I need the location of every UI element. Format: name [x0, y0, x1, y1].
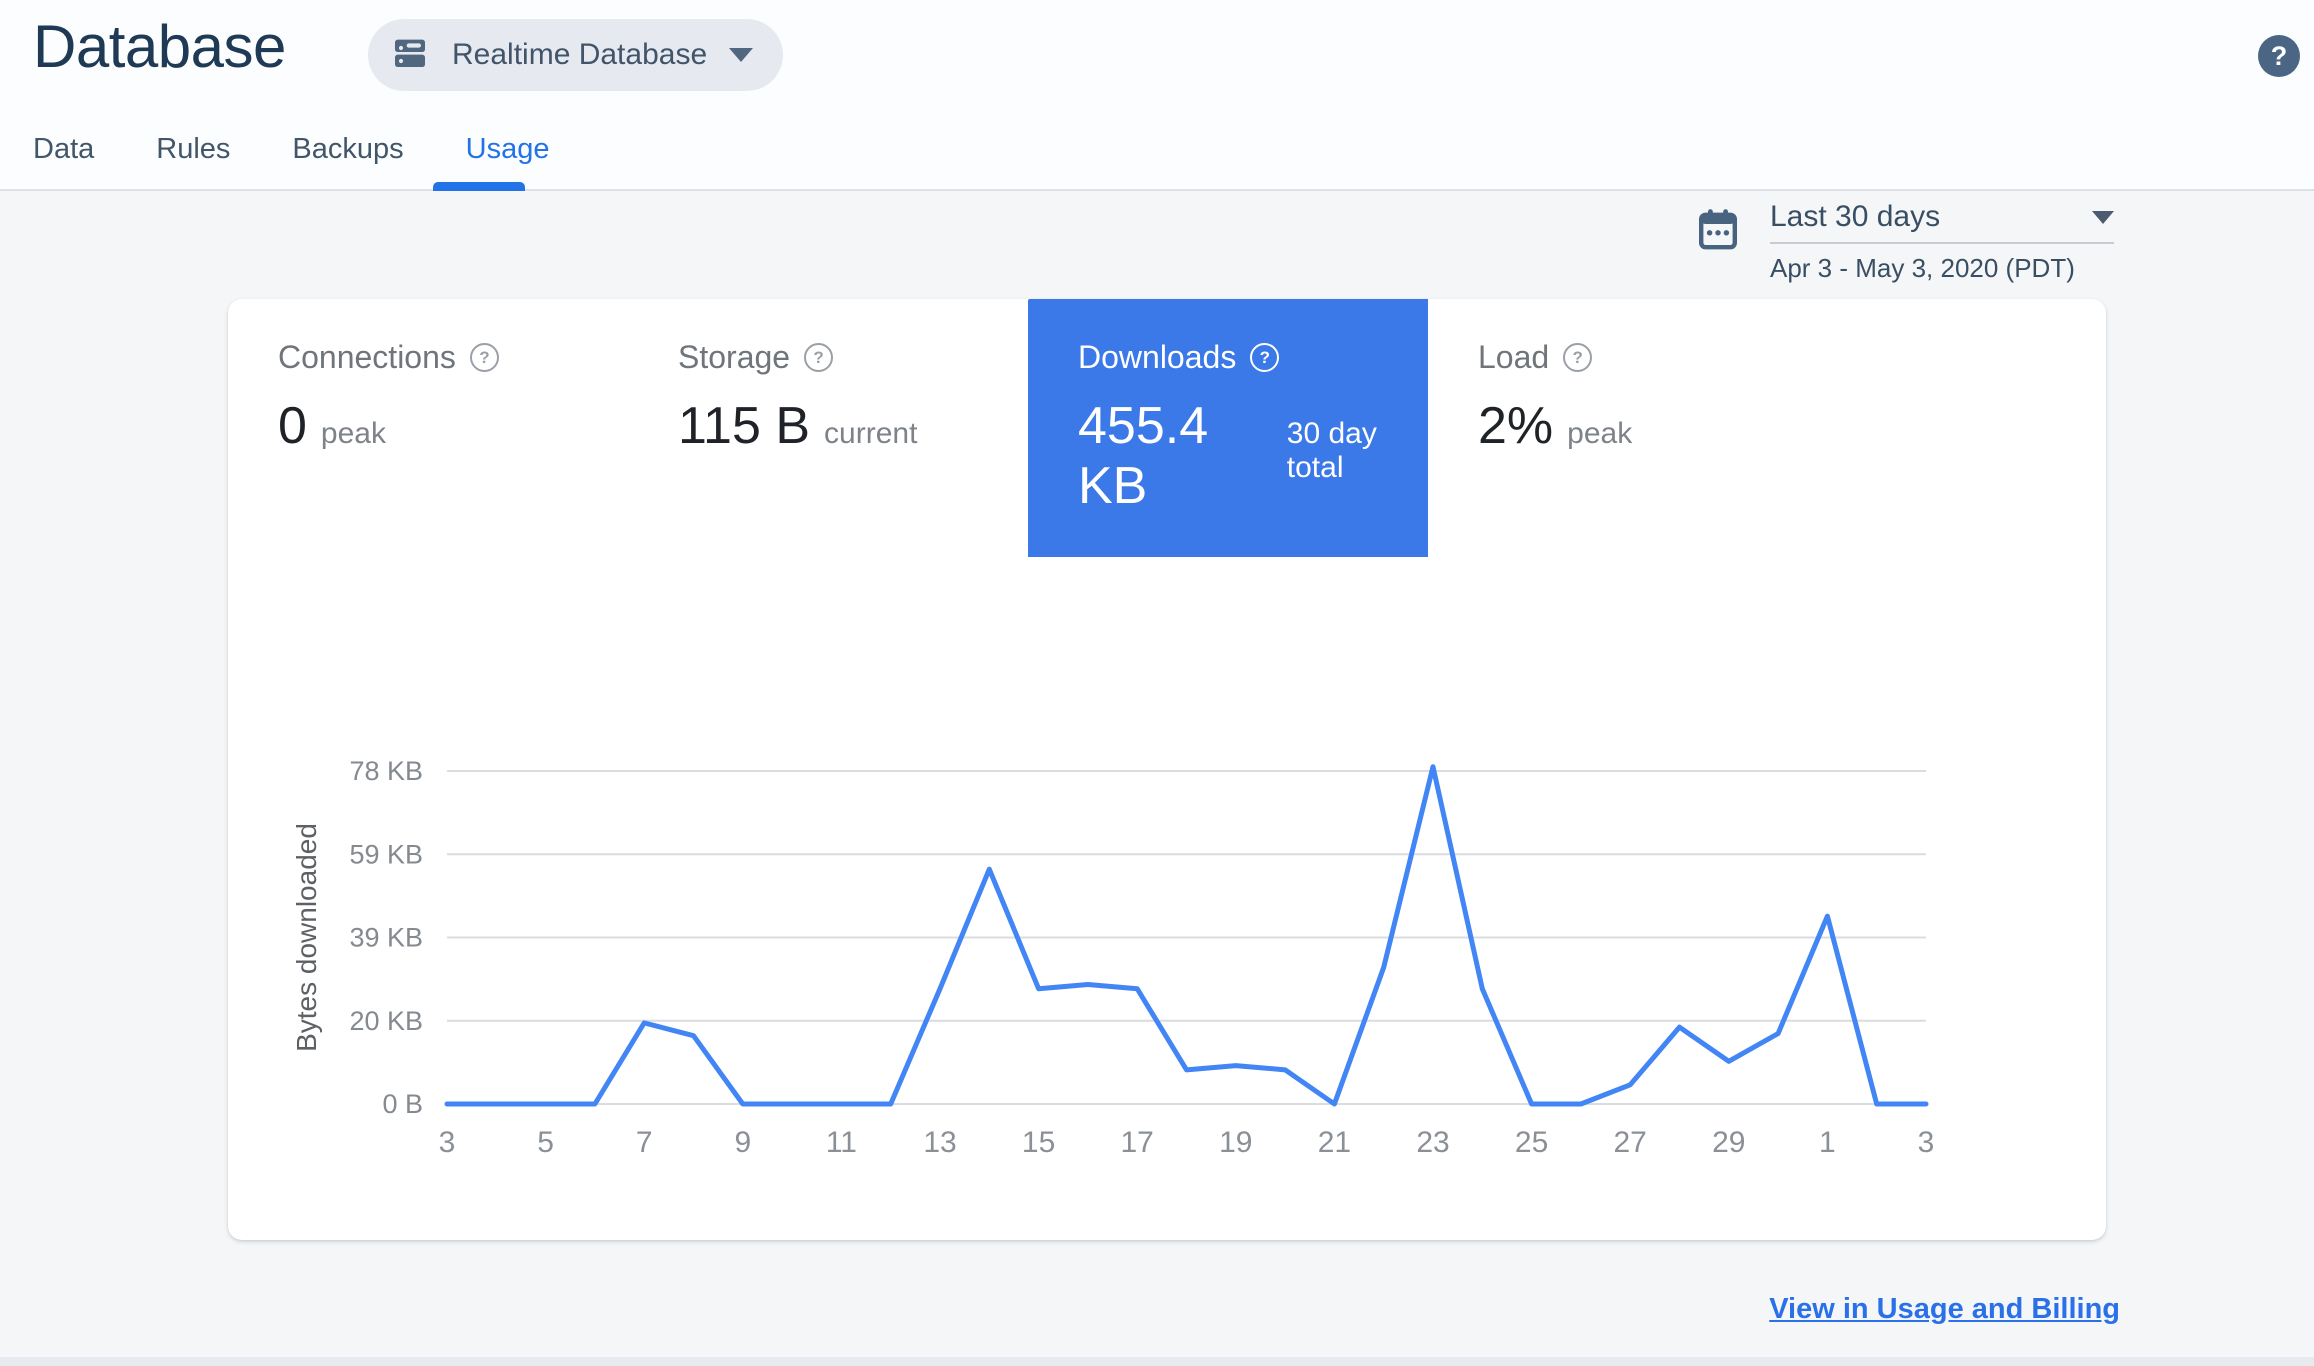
y-tick-label: 59 KB [349, 839, 423, 869]
y-tick-label: 20 KB [349, 1006, 423, 1036]
downloads-series-line [444, 764, 1929, 1107]
date-range-text: Apr 3 - May 3, 2020 (PDT) [1770, 253, 2075, 283]
x-tick-label: 25 [1515, 1126, 1548, 1159]
x-tick-label: 19 [1219, 1126, 1252, 1159]
bottom-edge-strip [0, 1357, 2314, 1366]
x-tick-label: 5 [537, 1126, 554, 1159]
x-tick-label: 9 [734, 1126, 751, 1159]
usage-card: Connections ? 0 peak Storage ? 115 B cur… [228, 299, 2106, 1240]
downloads-line-chart: 0 B20 KB39 KB59 KB78 KB3 5 7 9 11 13 15 17 19 21 2… [291, 756, 1935, 1159]
x-tick-label: 1 [1819, 1126, 1836, 1159]
y-tick-label: 0 B [382, 1089, 423, 1119]
page-title: Database [33, 13, 286, 80]
date-preset-dropdown[interactable]: Last 30 days [1770, 200, 2114, 244]
calendar-icon [1694, 206, 1742, 254]
x-tick-label: 21 [1318, 1126, 1351, 1159]
chevron-down-icon [729, 48, 754, 62]
y-tick-label: 39 KB [349, 923, 423, 953]
tab-bar: Data Rules Backups Usage [33, 129, 611, 189]
realtime-database-icon [390, 33, 430, 78]
help-button[interactable]: ? [2258, 35, 2300, 77]
active-tab-indicator [433, 182, 525, 191]
date-preset-label: Last 30 days [1770, 200, 1941, 233]
date-range-selector: Last 30 days Apr 3 - May 3, 2020 (PDT) [1694, 200, 2114, 284]
tab-backups[interactable]: Backups [292, 129, 403, 189]
x-tick-label: 7 [636, 1126, 653, 1159]
x-tick-label: 13 [923, 1126, 956, 1159]
view-usage-billing-link[interactable]: View in Usage and Billing [1769, 1293, 2120, 1326]
x-tick-label: 15 [1022, 1126, 1055, 1159]
x-tick-label: 3 [1918, 1126, 1935, 1159]
y-tick-label: 78 KB [349, 756, 423, 786]
x-tick-label: 27 [1614, 1126, 1647, 1159]
tab-data[interactable]: Data [33, 129, 94, 189]
x-tick-label: 23 [1416, 1126, 1449, 1159]
x-tick-label: 3 [439, 1126, 456, 1159]
database-type-selector[interactable]: Realtime Database [368, 19, 784, 91]
x-tick-label: 29 [1712, 1126, 1745, 1159]
x-tick-label: 11 [826, 1126, 857, 1159]
tab-rules[interactable]: Rules [156, 129, 230, 189]
database-type-label: Realtime Database [452, 38, 708, 71]
chevron-down-icon [2092, 210, 2114, 224]
tab-usage[interactable]: Usage [466, 129, 550, 189]
y-axis-title: Bytes downloaded [291, 823, 322, 1052]
x-tick-label: 17 [1121, 1126, 1154, 1159]
page-header: Database Realtime Database ? Data Rules … [0, 0, 2314, 191]
